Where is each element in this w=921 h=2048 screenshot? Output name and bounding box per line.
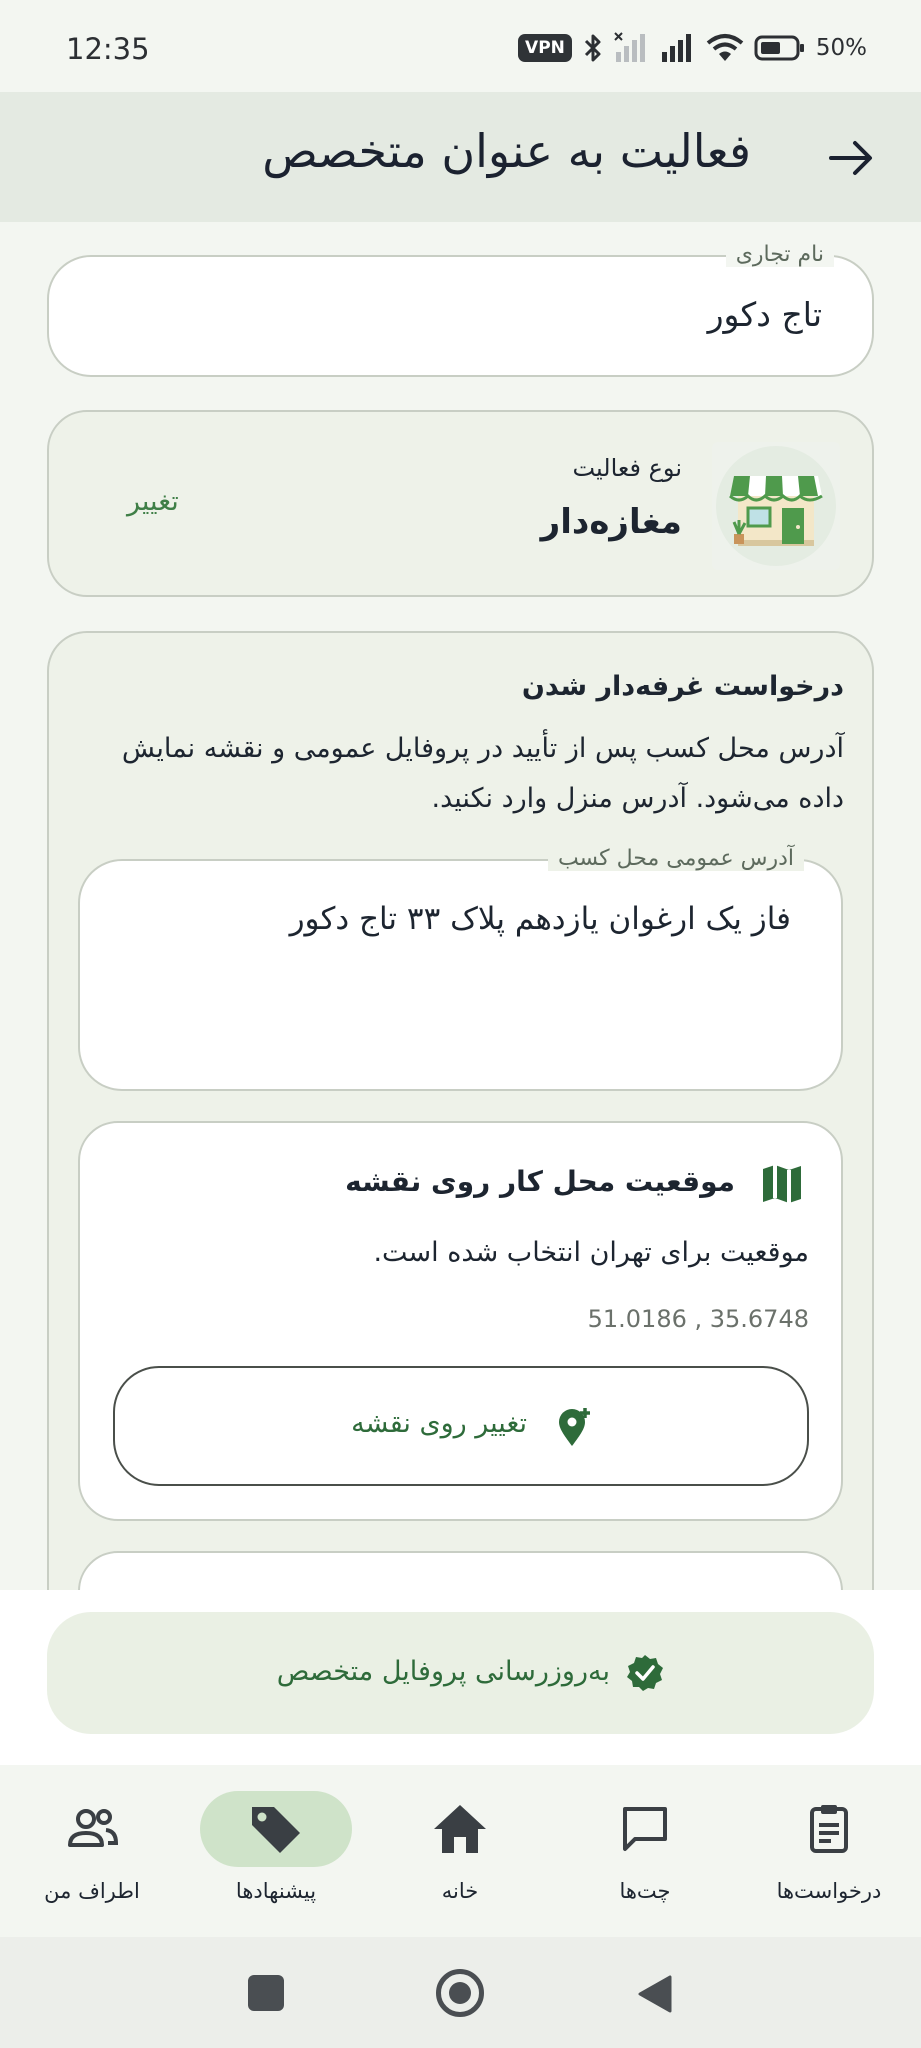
battery-icon bbox=[754, 35, 804, 61]
signal-icon bbox=[661, 34, 691, 62]
update-profile-button[interactable]: به‌روزرسانی پروفایل متخصص bbox=[47, 1612, 874, 1734]
back-nav-icon[interactable] bbox=[634, 1973, 674, 2015]
change-on-map-button[interactable]: تغییر روی نقشه bbox=[113, 1366, 809, 1486]
tag-icon bbox=[252, 1807, 300, 1853]
nav-nearby-label: اطراف من bbox=[44, 1879, 140, 1903]
chat-icon bbox=[623, 1807, 667, 1851]
update-profile-label: به‌روزرسانی پروفایل متخصص bbox=[276, 1656, 610, 1687]
map-icon bbox=[763, 1165, 801, 1203]
people-icon bbox=[68, 1809, 119, 1847]
location-title: موقعیت محل کار روی نقشه bbox=[345, 1165, 735, 1198]
clipboard-icon bbox=[810, 1805, 848, 1853]
nav-nearby[interactable]: اطراف من bbox=[0, 1765, 184, 1937]
business-name-value: تاج دکور bbox=[707, 295, 822, 334]
activity-type-card: نوع فعالیت مغازه‌دار تغییر bbox=[47, 410, 874, 597]
page-title: فعالیت به عنوان متخصص bbox=[262, 124, 751, 178]
address-field[interactable]: فاز یک ارغوان یازدهم پلاک ۳۳ تاج دکور bbox=[78, 859, 843, 1091]
nav-chats[interactable]: چت‌ها bbox=[553, 1765, 737, 1937]
booth-request-description-2: داده می‌شود. آدرس منزل وارد نکنید. bbox=[431, 783, 844, 814]
status-time: 12:35 bbox=[66, 32, 150, 66]
shop-icon bbox=[712, 442, 840, 570]
bottom-nav: درخواست‌ها چت‌ها خانه پیشنهادها اطراف من bbox=[0, 1765, 921, 1937]
status-bar: 12:35 VPN 50% bbox=[0, 0, 921, 92]
change-activity-button[interactable]: تغییر bbox=[127, 486, 179, 517]
booth-request-description-1: آدرس محل کسب پس از تأیید در پروفایل عموم… bbox=[121, 733, 844, 764]
home-icon bbox=[434, 1805, 486, 1853]
business-name-label: نام تجاری bbox=[725, 242, 834, 267]
activity-type-label: نوع فعالیت bbox=[572, 454, 682, 482]
address-value: فاز یک ارغوان یازدهم پلاک ۳۳ تاج دکور bbox=[289, 901, 791, 937]
battery-percent: 50% bbox=[815, 35, 867, 61]
location-coordinates: 51.0186 , 35.6748 bbox=[587, 1305, 809, 1333]
nav-offers-label: پیشنهادها bbox=[235, 1879, 317, 1903]
wifi-icon bbox=[706, 34, 744, 61]
vpn-badge: VPN bbox=[518, 34, 572, 62]
location-description: موقعیت برای تهران انتخاب شده است. bbox=[373, 1237, 809, 1268]
booth-request-title: درخواست غرفه‌دار شدن bbox=[521, 671, 844, 702]
arrow-right-icon bbox=[829, 141, 872, 175]
verified-badge-icon bbox=[627, 1655, 663, 1691]
recents-button[interactable] bbox=[248, 1975, 284, 2011]
change-on-map-label: تغییر روی نقشه bbox=[351, 1408, 527, 1439]
back-button[interactable] bbox=[823, 130, 879, 186]
bluetooth-icon bbox=[584, 34, 601, 62]
nav-home[interactable]: خانه bbox=[368, 1765, 552, 1937]
system-nav-bar bbox=[0, 1937, 921, 2048]
nav-requests-label: درخواست‌ها bbox=[776, 1879, 882, 1903]
status-icons: VPN 50% bbox=[518, 28, 867, 68]
activity-type-value: مغازه‌دار bbox=[540, 502, 682, 542]
nav-home-label: خانه bbox=[441, 1879, 479, 1903]
nav-requests[interactable]: درخواست‌ها bbox=[737, 1765, 921, 1937]
nav-offers[interactable]: پیشنهادها bbox=[184, 1765, 368, 1937]
add-location-icon bbox=[559, 1408, 590, 1446]
app-bar: فعالیت به عنوان متخصص bbox=[0, 92, 921, 222]
business-name-field[interactable]: تاج دکور bbox=[47, 255, 874, 377]
home-button[interactable] bbox=[436, 1969, 484, 2017]
address-label: آدرس عمومی محل کسب bbox=[547, 846, 804, 871]
nav-chats-label: چت‌ها bbox=[619, 1879, 671, 1903]
signal-weak-icon bbox=[614, 32, 645, 62]
